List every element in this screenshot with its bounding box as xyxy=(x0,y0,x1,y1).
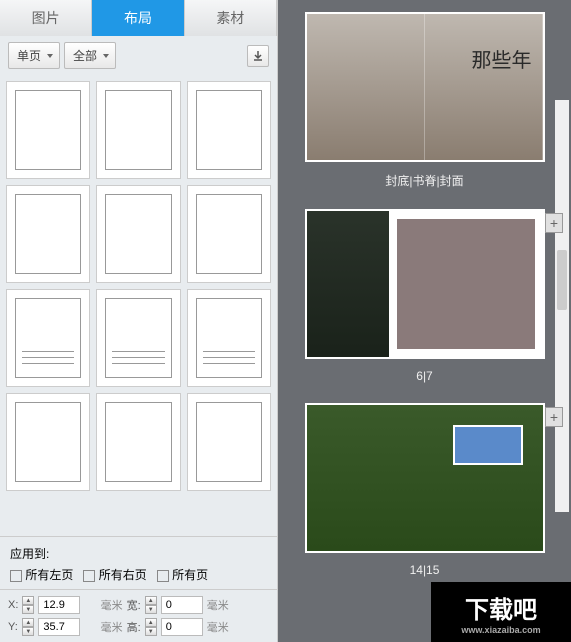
preview-label: 14|15 xyxy=(286,563,563,577)
watermark: 下载吧 www.xiazaiba.com xyxy=(431,582,571,642)
x-unit: 毫米 xyxy=(101,597,123,613)
tab-layout[interactable]: 布局 xyxy=(92,0,184,36)
w-label: 宽: xyxy=(127,597,141,613)
y-unit: 毫米 xyxy=(101,619,123,635)
apply-section: 应用到: 所有左页 所有右页 所有页 xyxy=(0,536,277,589)
preview-image: 那些年 xyxy=(305,12,545,162)
preview-logo: 那些年 xyxy=(472,44,532,73)
x-input[interactable] xyxy=(38,596,80,614)
add-page-icon[interactable]: + xyxy=(545,213,563,233)
layout-thumb[interactable] xyxy=(187,393,271,491)
layout-thumb[interactable] xyxy=(6,81,90,179)
y-input[interactable] xyxy=(38,618,80,636)
layout-thumb[interactable] xyxy=(187,81,271,179)
layout-thumb[interactable] xyxy=(96,289,180,387)
filter-bar: 单页 全部 xyxy=(0,36,277,75)
apply-all-right[interactable]: 所有右页 xyxy=(83,566,146,583)
h-spinner[interactable]: ▲▼ xyxy=(145,618,157,636)
preview-label: 封底|书脊|封面 xyxy=(286,172,563,189)
layout-grid xyxy=(6,81,271,491)
tabs: 图片 布局 素材 xyxy=(0,0,277,36)
page-type-dropdown[interactable]: 单页 xyxy=(8,42,60,69)
y-spinner[interactable]: ▲▼ xyxy=(22,618,34,636)
preview-label: 6|7 xyxy=(286,369,563,383)
layout-thumb[interactable] xyxy=(96,185,180,283)
preview-image xyxy=(305,209,545,359)
category-dropdown[interactable]: 全部 xyxy=(64,42,116,69)
preview-item[interactable]: + 14|15 xyxy=(286,403,563,577)
apply-label: 应用到: xyxy=(10,545,267,562)
h-unit: 毫米 xyxy=(207,619,265,635)
preview-image xyxy=(305,403,545,553)
download-button[interactable] xyxy=(247,45,269,67)
y-label: Y: xyxy=(8,621,18,633)
coordinates-bar: X: ▲▼ 毫米 宽: ▲▼ 毫米 Y: ▲▼ 毫米 高: ▲▼ 毫米 xyxy=(0,589,277,642)
layout-thumb[interactable] xyxy=(6,393,90,491)
tab-assets[interactable]: 素材 xyxy=(185,0,277,36)
w-unit: 毫米 xyxy=(207,597,265,613)
watermark-text: 下载吧 xyxy=(465,590,537,625)
left-panel: 图片 布局 素材 单页 全部 xyxy=(0,0,278,642)
preview-item[interactable]: + 6|7 xyxy=(286,209,563,383)
w-spinner[interactable]: ▲▼ xyxy=(145,596,157,614)
preview-item[interactable]: 那些年 封底|书脊|封面 xyxy=(286,12,563,189)
layout-thumb[interactable] xyxy=(96,393,180,491)
watermark-url: www.xiazaiba.com xyxy=(461,625,540,635)
apply-all-left[interactable]: 所有左页 xyxy=(10,566,73,583)
w-input[interactable] xyxy=(161,596,203,614)
layout-thumb[interactable] xyxy=(187,185,271,283)
layout-grid-wrap xyxy=(0,75,277,536)
layout-thumb[interactable] xyxy=(187,289,271,387)
h-label: 高: xyxy=(127,619,141,635)
apply-all-pages[interactable]: 所有页 xyxy=(157,566,208,583)
tab-images[interactable]: 图片 xyxy=(0,0,92,36)
layout-thumb[interactable] xyxy=(96,81,180,179)
preview-panel: 那些年 封底|书脊|封面 + 6|7 + 14|15 xyxy=(278,0,571,642)
h-input[interactable] xyxy=(161,618,203,636)
x-label: X: xyxy=(8,599,18,611)
add-page-icon[interactable]: + xyxy=(545,407,563,427)
x-spinner[interactable]: ▲▼ xyxy=(22,596,34,614)
layout-thumb[interactable] xyxy=(6,289,90,387)
layout-thumb[interactable] xyxy=(6,185,90,283)
